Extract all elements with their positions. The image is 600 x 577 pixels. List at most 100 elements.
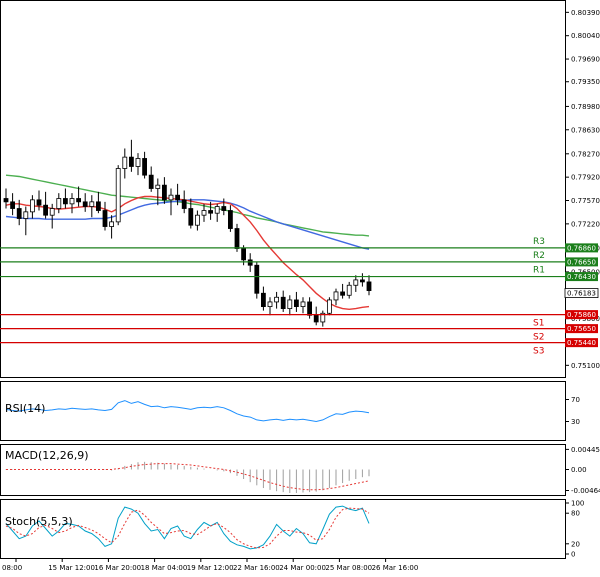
time-axis: 08:00 15 Mar 12:00 16 Mar 20:00 18 Mar 04:0… bbox=[2, 558, 418, 572]
candle-body bbox=[208, 210, 214, 214]
candle-body bbox=[307, 301, 313, 316]
price-tick-label: 0.77570 bbox=[571, 197, 600, 205]
candle-body bbox=[56, 198, 62, 209]
candle-body bbox=[300, 301, 306, 308]
candle-body bbox=[274, 296, 280, 303]
candle-body bbox=[128, 156, 134, 167]
candle-body bbox=[359, 279, 365, 283]
stoch-panel: 100 80 20 0 bbox=[0, 499, 584, 559]
pivot-level-name: R2 bbox=[533, 251, 545, 261]
candle-body bbox=[267, 301, 273, 308]
candle-body bbox=[247, 259, 253, 266]
candle-body bbox=[49, 208, 55, 216]
time-tick-label: 15 Mar 12:00 bbox=[48, 564, 95, 572]
candle-body bbox=[221, 206, 227, 211]
candle-body bbox=[115, 168, 121, 223]
panel-frame bbox=[0, 381, 566, 441]
current-price-label: 0.76183 bbox=[567, 290, 596, 298]
candle-body bbox=[181, 199, 187, 209]
stoch-title: Stoch(5,5,3) bbox=[5, 515, 73, 528]
candle-body bbox=[161, 184, 167, 201]
candle-body bbox=[254, 264, 260, 294]
panel-frame bbox=[0, 499, 566, 559]
pivot-price-label: 0.75440 bbox=[567, 339, 596, 347]
candle-body bbox=[214, 206, 220, 214]
candle-body bbox=[29, 199, 35, 213]
pivot-level-name: S1 bbox=[533, 319, 544, 329]
candle-body bbox=[326, 299, 332, 314]
moving-average-line bbox=[5, 195, 370, 311]
candle-body bbox=[155, 184, 161, 189]
stoch-tick-label: 0 bbox=[571, 551, 575, 559]
candle-body bbox=[69, 198, 75, 205]
candle-body bbox=[340, 291, 346, 296]
panel-frame bbox=[0, 0, 566, 378]
candle-body bbox=[313, 314, 319, 323]
candle-body bbox=[353, 279, 359, 286]
candle-body bbox=[280, 296, 286, 310]
candle-body bbox=[63, 198, 68, 205]
pivot-level-name: S2 bbox=[533, 333, 544, 343]
candle-body bbox=[333, 291, 339, 301]
rsi-tick-label: 30 bbox=[571, 418, 580, 426]
candle-body bbox=[89, 201, 95, 207]
macd-signal-line bbox=[6, 463, 370, 491]
price-tick-label: 0.78270 bbox=[571, 150, 600, 158]
price-tick-label: 0.80390 bbox=[571, 9, 600, 17]
price-tick-label: 0.77220 bbox=[571, 220, 600, 228]
candle-body bbox=[142, 158, 148, 176]
stoch-tick-label: 80 bbox=[571, 510, 580, 518]
pivot-price-label: 0.75860 bbox=[567, 311, 596, 319]
time-tick-label: 24 Mar 00:00 bbox=[279, 564, 326, 572]
price-tick-label: 0.79690 bbox=[571, 56, 600, 64]
pivot-level-name: S3 bbox=[533, 347, 544, 357]
rsi-title: RSI(14) bbox=[5, 402, 45, 415]
pivot-levels: 0.76860 R3 0.76650 R2 0.76430 R1 0.75860 S1 0.75… bbox=[0, 237, 598, 357]
candle-body bbox=[43, 204, 48, 216]
pivot-level-name: R3 bbox=[533, 237, 545, 247]
candle-body bbox=[122, 156, 128, 169]
candle-body bbox=[287, 299, 293, 310]
candle-body bbox=[10, 201, 16, 209]
trading-chart: 0.80390 0.80040 0.79690 0.79350 0.78980 0.786… bbox=[0, 0, 600, 572]
candle-body bbox=[227, 210, 233, 229]
candle-body bbox=[76, 198, 81, 203]
macd-tick-label: -0.004646 bbox=[571, 487, 600, 495]
candle-body bbox=[82, 201, 88, 207]
pivot-price-label: 0.76650 bbox=[567, 258, 596, 266]
candle-body bbox=[175, 194, 181, 201]
time-tick-label: 26 Mar 16:00 bbox=[372, 564, 419, 572]
candle-body bbox=[260, 292, 266, 308]
price-tick-label: 0.75100 bbox=[571, 362, 600, 370]
price-tick-label: 0.80040 bbox=[571, 32, 600, 40]
price-tick-label: 0.77920 bbox=[571, 174, 600, 182]
time-tick-label: 25 Mar 08:00 bbox=[325, 564, 372, 572]
candle-body bbox=[366, 281, 372, 291]
candle-body bbox=[241, 248, 247, 261]
candle-body bbox=[96, 201, 101, 211]
rsi-line bbox=[5, 400, 370, 423]
macd-title: MACD(12,26,9) bbox=[5, 449, 89, 462]
macd-tick-label: 0.004451 bbox=[571, 446, 600, 454]
candle-body bbox=[148, 174, 154, 189]
candle-body bbox=[109, 221, 114, 227]
candle-body bbox=[346, 284, 352, 296]
candle-body bbox=[188, 208, 194, 226]
time-tick-label: 08:00 bbox=[2, 564, 22, 572]
candle-body bbox=[135, 158, 141, 167]
candle-body bbox=[36, 199, 42, 206]
candle-body bbox=[3, 198, 9, 203]
price-panel: 0.80390 0.80040 0.79690 0.79350 0.78980 0.786… bbox=[0, 0, 600, 378]
candle-body bbox=[168, 194, 174, 201]
time-tick-label: 22 Mar 16:00 bbox=[233, 564, 280, 572]
price-tick-label: 0.78980 bbox=[571, 103, 600, 111]
macd-tick-label: 0.00 bbox=[571, 466, 587, 474]
time-tick-label: 18 Mar 04:00 bbox=[141, 564, 188, 572]
stoch-tick-label: 100 bbox=[571, 500, 584, 508]
stoch-tick-label: 20 bbox=[571, 540, 580, 548]
candle-body bbox=[201, 210, 207, 216]
rsi-panel: 70 30 bbox=[0, 381, 580, 441]
price-tick-label: 0.79350 bbox=[571, 78, 600, 86]
candle-body bbox=[16, 208, 22, 219]
time-tick-label: 16 Mar 20:00 bbox=[94, 564, 141, 572]
